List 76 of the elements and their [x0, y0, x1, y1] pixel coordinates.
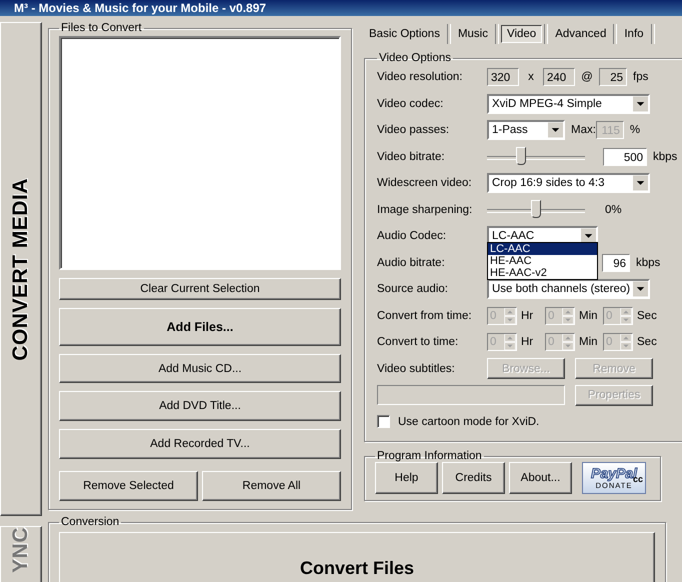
spin-arrows-icon: [620, 308, 632, 324]
fps-field[interactable]: 25: [599, 68, 627, 86]
subtitle-path-field[interactable]: [377, 385, 565, 406]
convert-files-button[interactable]: Convert Files: [59, 532, 655, 582]
dropdown-option[interactable]: LC-AAC: [488, 243, 597, 255]
info-button[interactable]: Credits: [442, 462, 505, 494]
tab[interactable]: Basic Options: [364, 26, 445, 42]
source-audio-dropdown[interactable]: Use both channels (stereo): [487, 279, 650, 300]
window-title: M³ - Movies & Music for your Mobile - v0.897: [14, 1, 266, 15]
slider-thumb[interactable]: [531, 200, 541, 218]
width-field[interactable]: 320: [487, 68, 519, 86]
caret-icon: [632, 281, 648, 298]
field-label: Source audio:: [377, 283, 449, 296]
checkbox[interactable]: [377, 415, 390, 428]
caret-icon: [632, 175, 648, 192]
unit-label: Hr: [521, 336, 534, 348]
tab[interactable]: Advanced: [550, 26, 612, 42]
remove-selected-button[interactable]: Remove Selected: [59, 471, 198, 502]
passes-dropdown[interactable]: 1-Pass: [487, 120, 565, 140]
unit-label: Min: [579, 336, 599, 348]
field-label: Convert from time:: [377, 310, 473, 322]
unit-label: kbps: [636, 256, 660, 269]
field-label: Image sharpening:: [377, 204, 474, 216]
field-label: Video codec:: [377, 98, 444, 110]
checkbox-label: Use cartoon mode for XviD.: [398, 416, 540, 428]
remove-all-button[interactable]: Remove All: [202, 471, 341, 502]
spin-arrows-icon: [562, 334, 574, 350]
field-label: Video subtitles:: [377, 362, 456, 375]
spin-arrows-icon: [620, 334, 632, 350]
tab[interactable]: Music: [452, 26, 493, 42]
field-label: Audio bitrate:: [377, 256, 446, 269]
spin-arrows-icon: [562, 308, 574, 324]
field-label: Audio Codec:: [377, 230, 448, 242]
codec-dropdown[interactable]: XviD MPEG-4 Simple: [487, 94, 650, 114]
group-title: Conversion: [60, 516, 120, 528]
sharpening-reading: 0%: [605, 204, 622, 216]
info-button[interactable]: Help: [375, 462, 438, 494]
add-source-button[interactable]: Add DVD Title...: [59, 391, 341, 422]
unit-label: Sec: [637, 336, 657, 348]
caret-icon: [632, 96, 648, 112]
slider-thumb[interactable]: [516, 146, 526, 165]
field-label: Max:: [571, 124, 596, 136]
unit-label: kbps: [653, 150, 678, 163]
add-source-button[interactable]: Add Recorded TV...: [59, 429, 341, 460]
field-label: Video bitrate:: [377, 150, 446, 163]
spin-arrows-icon: [504, 308, 516, 324]
field-label: Convert to time:: [377, 336, 460, 348]
info-button[interactable]: About...: [509, 462, 572, 494]
dropdown-option[interactable]: HE-AAC-v2: [488, 267, 597, 279]
group-title: Program Information: [376, 450, 483, 462]
add-source-button[interactable]: Add Music CD...: [59, 354, 341, 384]
unit-label: fps: [633, 71, 648, 84]
field-label: Widescreen video:: [377, 177, 473, 190]
group-title: Files to Convert: [60, 22, 143, 34]
caret-icon: [547, 122, 563, 138]
field-label: Video resolution:: [377, 71, 464, 84]
at-sign: @: [580, 71, 594, 84]
tab[interactable]: Info: [619, 26, 649, 42]
spin-arrows-icon: [504, 334, 516, 350]
bitrate-field[interactable]: 500: [603, 148, 647, 166]
unit-label: Hr: [521, 310, 534, 322]
height-field[interactable]: 240: [543, 68, 575, 86]
audio-bitrate-field[interactable]: 96: [602, 254, 630, 272]
unit-label: Sec: [637, 310, 657, 322]
clear-selection-button[interactable]: Clear Current Selection: [59, 278, 341, 300]
widescreen-dropdown[interactable]: Crop 16:9 sides to 4:3: [487, 173, 650, 194]
dropdown-option[interactable]: HE-AAC: [488, 255, 597, 267]
group-title: Video Options: [378, 52, 452, 64]
unit-label: Min: [579, 310, 599, 322]
times-sign: x: [527, 71, 535, 84]
add-files-button[interactable]: Add Files...: [59, 308, 341, 346]
file-list[interactable]: [59, 36, 341, 270]
unit-label: %: [630, 124, 640, 136]
field-label: Video passes:: [377, 124, 450, 136]
tab[interactable]: Video: [500, 25, 542, 43]
side-tab[interactable]: CONVERT MEDIA: [0, 22, 42, 516]
